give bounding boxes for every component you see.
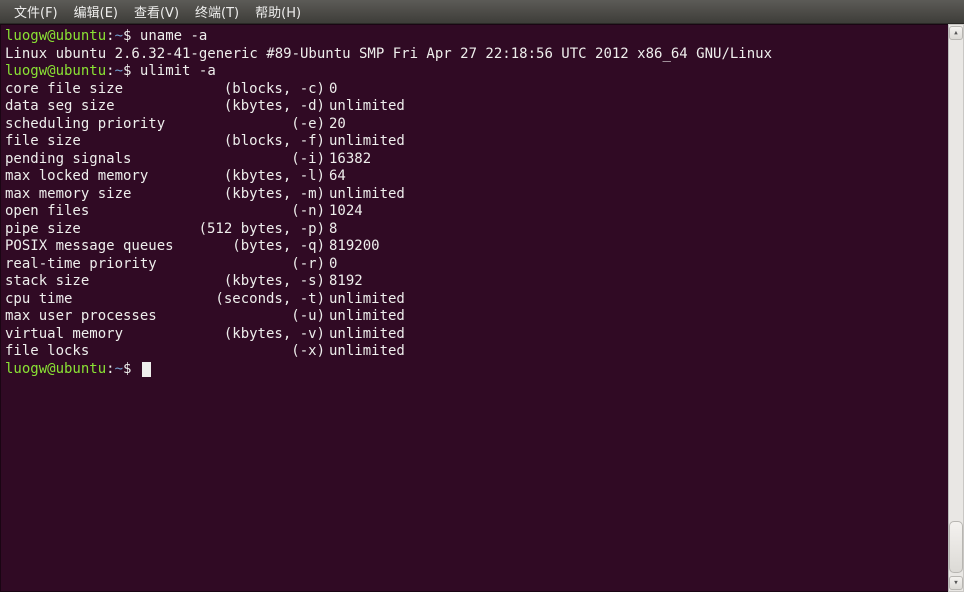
ulimit-row: max memory size(kbytes, -m)unlimited [5,186,944,204]
ulimit-name: file locks [5,343,197,361]
scroll-thumb[interactable] [949,521,963,573]
ulimit-row: max user processes(-u)unlimited [5,308,944,326]
ulimit-unit: (kbytes, -d) [197,98,325,116]
ulimit-value: 1024 [325,203,363,221]
ulimit-row: POSIX message queues(bytes, -q)819200 [5,238,944,256]
ulimit-value: unlimited [325,291,405,309]
ulimit-row: virtual memory(kbytes, -v)unlimited [5,326,944,344]
menu-edit[interactable]: 编辑(E) [66,0,126,23]
ulimit-name: max user processes [5,308,197,326]
ulimit-unit: (-r) [197,256,325,274]
ulimit-row: max locked memory(kbytes, -l)64 [5,168,944,186]
ulimit-name: pending signals [5,151,197,169]
ulimit-unit: (blocks, -f) [197,133,325,151]
ulimit-row: open files(-n)1024 [5,203,944,221]
ulimit-row: file locks(-x)unlimited [5,343,944,361]
menu-help[interactable]: 帮助(H) [247,0,309,23]
ulimit-name: file size [5,133,197,151]
ulimit-value: unlimited [325,308,405,326]
scroll-down-button[interactable]: ▾ [949,576,963,590]
ulimit-name: virtual memory [5,326,197,344]
prompt-line-3: luogw@ubuntu:~$ [5,361,944,379]
ulimit-unit: (-i) [197,151,325,169]
scroll-track[interactable] [949,41,963,575]
user-host: luogw@ubuntu [5,28,106,44]
ulimit-name: data seg size [5,98,197,116]
ulimit-row: stack size(kbytes, -s)8192 [5,273,944,291]
ulimit-unit: (bytes, -q) [197,238,325,256]
ulimit-row: data seg size(kbytes, -d)unlimited [5,98,944,116]
ulimit-value: unlimited [325,98,405,116]
ulimit-value: 8192 [325,273,363,291]
ulimit-row: pending signals(-i)16382 [5,151,944,169]
ulimit-unit: (-e) [197,116,325,134]
ulimit-value: 8 [325,221,337,239]
ulimit-unit: (-x) [197,343,325,361]
ulimit-row: scheduling priority(-e)20 [5,116,944,134]
cursor-block [142,362,151,377]
ulimit-name: cpu time [5,291,197,309]
ulimit-value: unlimited [325,186,405,204]
ulimit-unit: (seconds, -t) [197,291,325,309]
ulimit-name: stack size [5,273,197,291]
ulimit-unit: (kbytes, -l) [197,168,325,186]
ulimit-name: scheduling priority [5,116,197,134]
ulimit-name: max locked memory [5,168,197,186]
scroll-up-button[interactable]: ▴ [949,26,963,40]
ulimit-row: core file size(blocks, -c)0 [5,81,944,99]
ulimit-value: 819200 [325,238,380,256]
ulimit-unit: (-n) [197,203,325,221]
ulimit-row: pipe size(512 bytes, -p)8 [5,221,944,239]
prompt-symbol: $ [123,28,131,44]
cwd-path: ~ [115,28,123,44]
cmd-2: ulimit -a [140,63,216,79]
terminal-output[interactable]: luogw@ubuntu:~$ uname -aLinux ubuntu 2.6… [0,24,948,592]
ulimit-name: POSIX message queues [5,238,197,256]
menu-terminal[interactable]: 终端(T) [187,0,247,23]
menu-file[interactable]: 文件(F) [6,0,66,23]
ulimit-value: 16382 [325,151,371,169]
menu-view[interactable]: 查看(V) [126,0,187,23]
ulimit-name: pipe size [5,221,197,239]
ulimit-name: open files [5,203,197,221]
ulimit-unit: (512 bytes, -p) [197,221,325,239]
ulimit-name: core file size [5,81,197,99]
ulimit-unit: (kbytes, -v) [197,326,325,344]
uname-output: Linux ubuntu 2.6.32-41-generic #89-Ubunt… [5,46,944,64]
ulimit-value: 0 [325,81,337,99]
ulimit-value: 20 [325,116,346,134]
ulimit-name: real-time priority [5,256,197,274]
ulimit-value: unlimited [325,343,405,361]
ulimit-name: max memory size [5,186,197,204]
ulimit-value: unlimited [325,133,405,151]
menubar: 文件(F) 编辑(E) 查看(V) 终端(T) 帮助(H) [0,0,964,24]
cmd-1: uname -a [140,28,207,44]
scrollbar[interactable]: ▴ ▾ [948,24,964,592]
ulimit-value: 64 [325,168,346,186]
ulimit-unit: (blocks, -c) [197,81,325,99]
ulimit-value: unlimited [325,326,405,344]
ulimit-unit: (kbytes, -m) [197,186,325,204]
ulimit-row: real-time priority(-r)0 [5,256,944,274]
prompt-line-1: luogw@ubuntu:~$ uname -a [5,28,944,46]
ulimit-unit: (-u) [197,308,325,326]
ulimit-row: file size(blocks, -f)unlimited [5,133,944,151]
ulimit-unit: (kbytes, -s) [197,273,325,291]
ulimit-value: 0 [325,256,337,274]
ulimit-row: cpu time(seconds, -t)unlimited [5,291,944,309]
prompt-line-2: luogw@ubuntu:~$ ulimit -a [5,63,944,81]
